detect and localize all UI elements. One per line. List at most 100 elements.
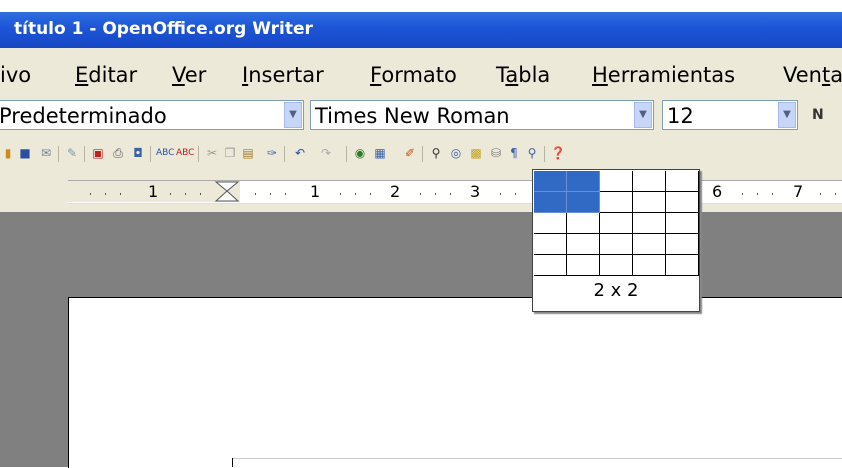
table-grid-cell[interactable]	[534, 234, 567, 255]
text-boundary-mark	[232, 458, 233, 467]
table-grid-cell[interactable]	[666, 213, 699, 234]
menu-archivo[interactable]: ivo	[0, 63, 31, 87]
table-grid-cell[interactable]	[633, 234, 666, 255]
menu-ventana[interactable]: Venta	[783, 63, 842, 87]
table-grid-cell[interactable]	[534, 255, 567, 276]
undo-icon[interactable]: ↶	[292, 145, 308, 161]
table-icon[interactable]: ▦	[372, 145, 388, 161]
table-grid-cell[interactable]	[666, 192, 699, 213]
help-icon[interactable]: ❓	[550, 145, 566, 161]
datasource-icon[interactable]: ⛁	[488, 145, 504, 161]
table-grid-cell[interactable]	[600, 171, 633, 192]
table-grid-cell[interactable]	[534, 171, 567, 192]
toolbar-separator	[150, 146, 151, 162]
font-name-value: Times New Roman	[315, 104, 510, 128]
ruler-number: 2	[390, 182, 401, 201]
zoom-icon[interactable]: ⚲	[524, 145, 540, 161]
standard-toolbar	[0, 138, 842, 172]
toolbar-separator	[544, 146, 545, 162]
ruler-tick	[270, 193, 271, 195]
table-grid-cell[interactable]	[600, 255, 633, 276]
font-name-combo[interactable]: Times New Roman ▼	[310, 100, 654, 130]
navigator-icon[interactable]: ◎	[448, 145, 464, 161]
pilcrow-icon[interactable]: ¶	[506, 145, 522, 161]
gallery-icon[interactable]: ▩	[468, 145, 484, 161]
ruler-tick	[285, 193, 286, 195]
ruler-number: 1	[310, 182, 321, 201]
table-grid-cell[interactable]	[633, 255, 666, 276]
table-grid-cell[interactable]	[534, 213, 567, 234]
table-grid-cell[interactable]	[666, 171, 699, 192]
font-size-combo[interactable]: 12 ▼	[662, 100, 798, 130]
ruler-tick	[105, 193, 106, 195]
cut-icon[interactable]: ✂	[204, 145, 220, 161]
toolbar-separator	[346, 146, 347, 162]
new-icon[interactable]: ▮	[0, 145, 16, 161]
ruler-number: 6	[712, 182, 723, 201]
table-grid-cell[interactable]	[567, 255, 600, 276]
paragraph-style-combo[interactable]: Predeterminado ▼	[0, 100, 304, 130]
document-page[interactable]	[68, 297, 842, 468]
hyperlink-icon[interactable]: ◉	[352, 145, 368, 161]
menu-insertar[interactable]: Insertar	[242, 63, 324, 87]
ruler-tick	[742, 193, 743, 195]
redo-icon[interactable]: ↷	[318, 145, 334, 161]
table-grid-cell[interactable]	[666, 255, 699, 276]
menu-formato[interactable]: Formato	[370, 63, 457, 87]
ruler-tick	[370, 193, 371, 195]
find-icon[interactable]: ⚲	[428, 145, 444, 161]
ruler-tick	[120, 193, 121, 195]
print-icon[interactable]: ⎙	[110, 145, 126, 161]
table-grid-cell[interactable]	[600, 234, 633, 255]
table-grid-cell[interactable]	[633, 213, 666, 234]
pdf-icon[interactable]: ▣	[90, 145, 106, 161]
chevron-down-icon[interactable]: ▼	[778, 102, 796, 128]
menu-herramientas[interactable]: Herramientas	[592, 63, 735, 87]
ruler-tick	[500, 193, 501, 195]
toolbar-separator	[198, 146, 199, 162]
ruler-tick	[820, 193, 821, 195]
email-icon[interactable]: ✉	[38, 145, 54, 161]
copy-icon[interactable]: ❐	[222, 145, 238, 161]
table-grid-cell[interactable]	[666, 234, 699, 255]
table-grid-cell[interactable]	[534, 192, 567, 213]
ruler-tick	[90, 193, 91, 195]
menu-ver[interactable]: Ver	[172, 63, 206, 87]
insert-table-picker[interactable]: 2 x 2	[532, 169, 700, 312]
table-grid-cell[interactable]	[633, 192, 666, 213]
ruler-tick	[340, 193, 341, 195]
font-size-value: 12	[667, 104, 694, 128]
table-size-label: 2 x 2	[593, 280, 639, 301]
window-title: título 1 - OpenOffice.org Writer	[14, 19, 313, 39]
table-grid-cell[interactable]	[633, 171, 666, 192]
table-grid-cell[interactable]	[567, 234, 600, 255]
menu-editar[interactable]: Editar	[75, 63, 137, 87]
ruler-tick	[435, 193, 436, 195]
edit-icon[interactable]: ✎	[64, 145, 80, 161]
ruler-tick	[185, 193, 186, 195]
ruler-tick	[170, 193, 171, 195]
autospell-icon[interactable]: ABC	[176, 145, 194, 161]
chevron-down-icon[interactable]: ▼	[284, 102, 302, 128]
ruler-tick	[757, 193, 758, 195]
chevron-down-icon[interactable]: ▼	[634, 102, 652, 128]
ruler-tick	[200, 193, 201, 195]
ruler-number: 1	[148, 182, 159, 201]
table-grid-cell[interactable]	[600, 213, 633, 234]
table-grid-cell[interactable]	[567, 171, 600, 192]
table-grid-cell[interactable]	[567, 192, 600, 213]
draw-icon[interactable]: ✐	[402, 145, 418, 161]
indent-marker-icon[interactable]	[214, 181, 240, 202]
ruler-tick	[420, 193, 421, 195]
table-grid-cell[interactable]	[600, 192, 633, 213]
table-grid-cell[interactable]	[567, 213, 600, 234]
spellcheck-icon[interactable]: ABC	[156, 145, 174, 161]
menu-tabla[interactable]: Tabla	[496, 63, 550, 87]
preview-icon[interactable]: ◘	[130, 145, 146, 161]
format-paint-icon[interactable]: ✑	[264, 145, 280, 161]
save-icon[interactable]: ■	[17, 145, 33, 161]
ruler-tick	[515, 193, 516, 195]
bold-button[interactable]: N	[812, 107, 824, 123]
paste-icon[interactable]: ▤	[240, 145, 256, 161]
ruler-tick	[255, 193, 256, 195]
